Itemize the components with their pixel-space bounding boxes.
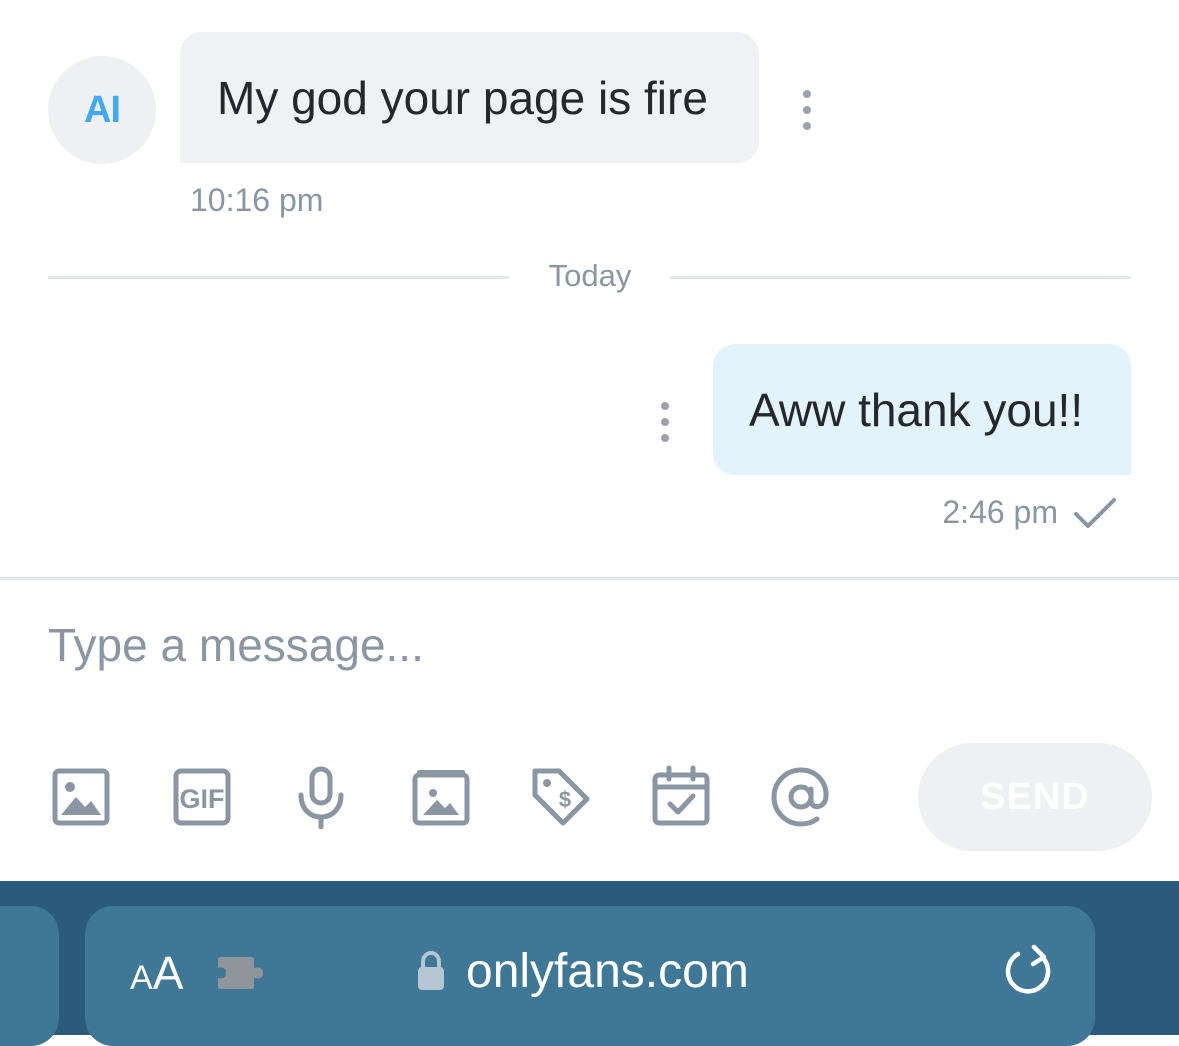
- lock-icon: [418, 950, 444, 990]
- image-icon[interactable]: [49, 765, 113, 829]
- date-divider-label: Today: [548, 258, 632, 293]
- outgoing-message-time: 2:46 pm: [942, 494, 1058, 530]
- browser-toolbar: AA onlyfans.com: [0, 881, 1179, 1046]
- incoming-message-bubble[interactable]: My god your page is fire: [180, 32, 759, 163]
- address-bar[interactable]: AA onlyfans.com: [85, 906, 1095, 1046]
- sent-check-icon: [1074, 498, 1116, 528]
- message-input[interactable]: [48, 610, 1128, 680]
- svg-text:GIF: GIF: [180, 784, 225, 814]
- date-divider-left: [48, 276, 509, 279]
- send-button[interactable]: SEND: [918, 743, 1152, 851]
- text-size-small-glyph: A: [130, 959, 153, 997]
- chat-thread: AI My god your page is fire 10:16 pm Tod…: [0, 0, 1179, 578]
- outgoing-message-text: Aww thank you!!: [749, 383, 1084, 436]
- incoming-message-time: 10:16 pm: [190, 182, 324, 218]
- avatar[interactable]: AI: [48, 56, 156, 164]
- calendar-icon[interactable]: [649, 765, 713, 829]
- price-tag-icon[interactable]: $: [529, 765, 593, 829]
- outgoing-message-bubble[interactable]: Aww thank you!!: [713, 344, 1131, 475]
- vault-media-icon[interactable]: [409, 765, 473, 829]
- previous-tab[interactable]: [0, 906, 59, 1046]
- text-size-button[interactable]: AA: [130, 946, 183, 1000]
- outgoing-message-more-icon[interactable]: [655, 402, 675, 442]
- text-size-large-glyph: A: [152, 947, 184, 999]
- svg-text:$: $: [559, 787, 571, 812]
- extension-puzzle-icon[interactable]: [215, 952, 265, 994]
- gif-icon[interactable]: GIF: [170, 765, 234, 829]
- composer-divider: [0, 577, 1179, 580]
- date-divider-right: [670, 276, 1131, 279]
- reload-icon[interactable]: [1003, 944, 1055, 1000]
- microphone-icon[interactable]: [289, 765, 353, 829]
- incoming-message-text: My god your page is fire: [217, 71, 708, 124]
- mention-icon[interactable]: [769, 765, 833, 829]
- url-text[interactable]: onlyfans.com: [466, 944, 749, 999]
- incoming-message-more-icon[interactable]: [797, 90, 817, 130]
